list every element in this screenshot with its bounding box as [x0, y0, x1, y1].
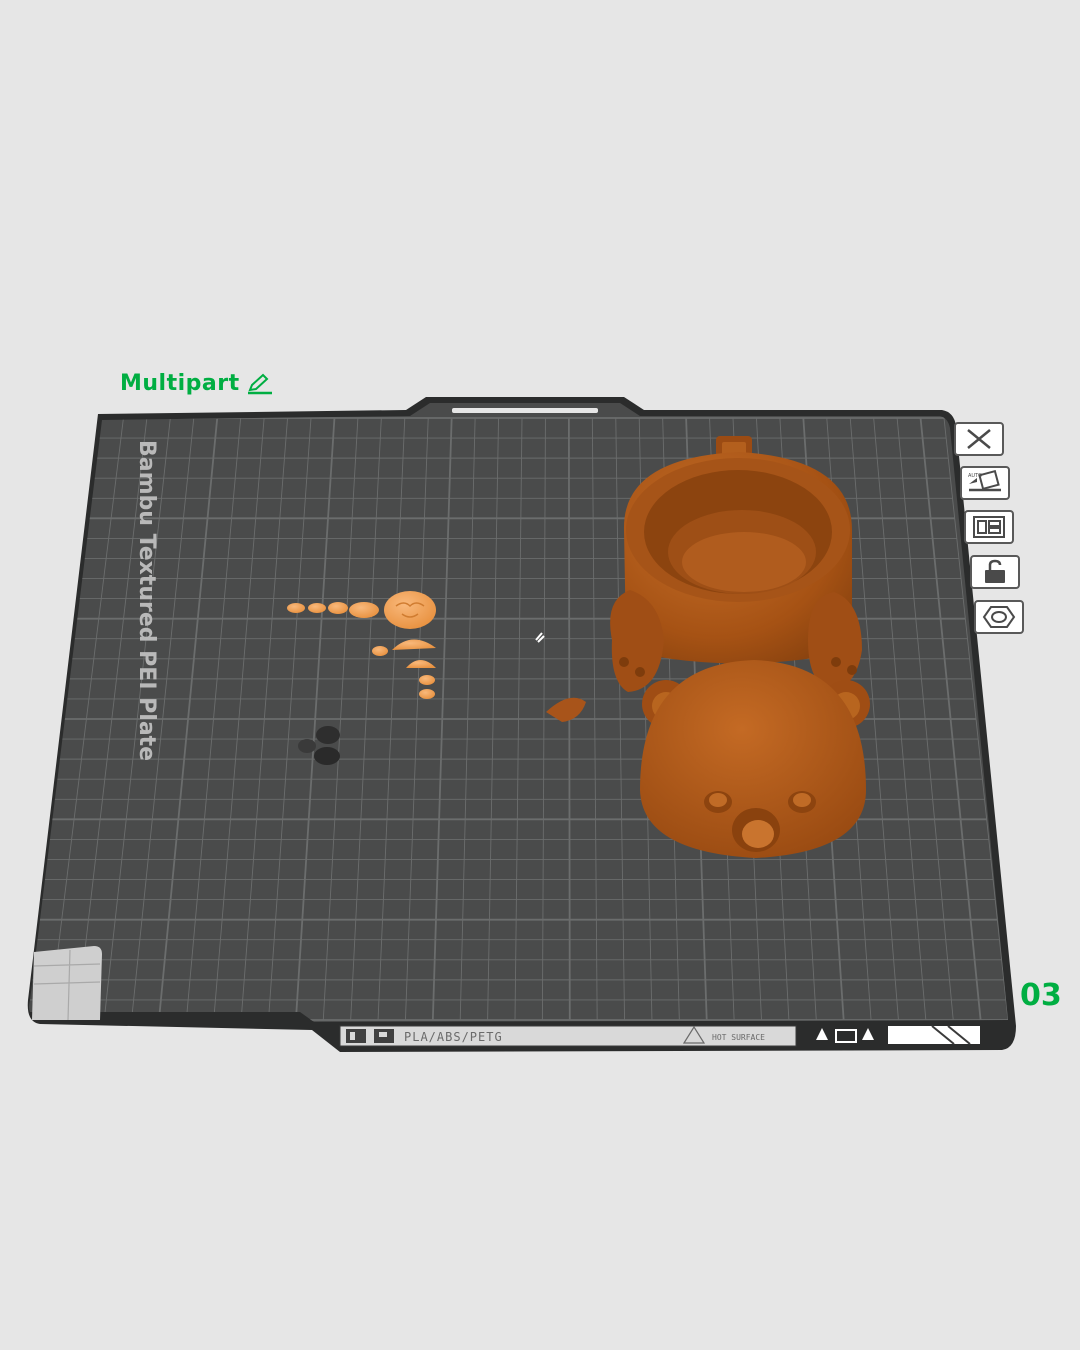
filament-compat-label: PLA/ABS/PETG [404, 1030, 503, 1044]
corner-sticker [32, 946, 102, 1021]
lock-open-icon [985, 559, 1005, 583]
build-plate-viewport[interactable]: Bambu Textured PEI Plate PLA/ABS/PETG HO… [0, 0, 1080, 1350]
bed-texture-label: Bambu Textured PEI Plate [134, 440, 159, 761]
plate-name-text: Multipart [120, 371, 240, 396]
hot-surface-label: HOT SURFACE [712, 1033, 765, 1042]
plate-number: 03 [1020, 978, 1062, 1013]
hexagon-settings-icon [982, 606, 1016, 628]
auto-orient-button[interactable]: AUTO [960, 466, 1010, 500]
arrange-icon [973, 516, 1005, 538]
model-bear-pot[interactable] [610, 436, 870, 858]
edit-pencil-icon[interactable] [246, 373, 274, 395]
print-bed: Bambu Textured PEI Plate PLA/ABS/PETG HO… [27, 397, 1016, 1052]
arrange-button[interactable] [964, 510, 1014, 544]
auto-orient-icon: AUTO [968, 470, 1001, 492]
plate-name-label[interactable]: Multipart [120, 370, 274, 398]
svg-text:AUTO: AUTO [968, 473, 982, 479]
close-icon [967, 429, 991, 449]
lock-plate-button[interactable] [970, 555, 1020, 589]
close-plate-button[interactable] [954, 422, 1004, 456]
plate-settings-button[interactable] [974, 600, 1024, 634]
